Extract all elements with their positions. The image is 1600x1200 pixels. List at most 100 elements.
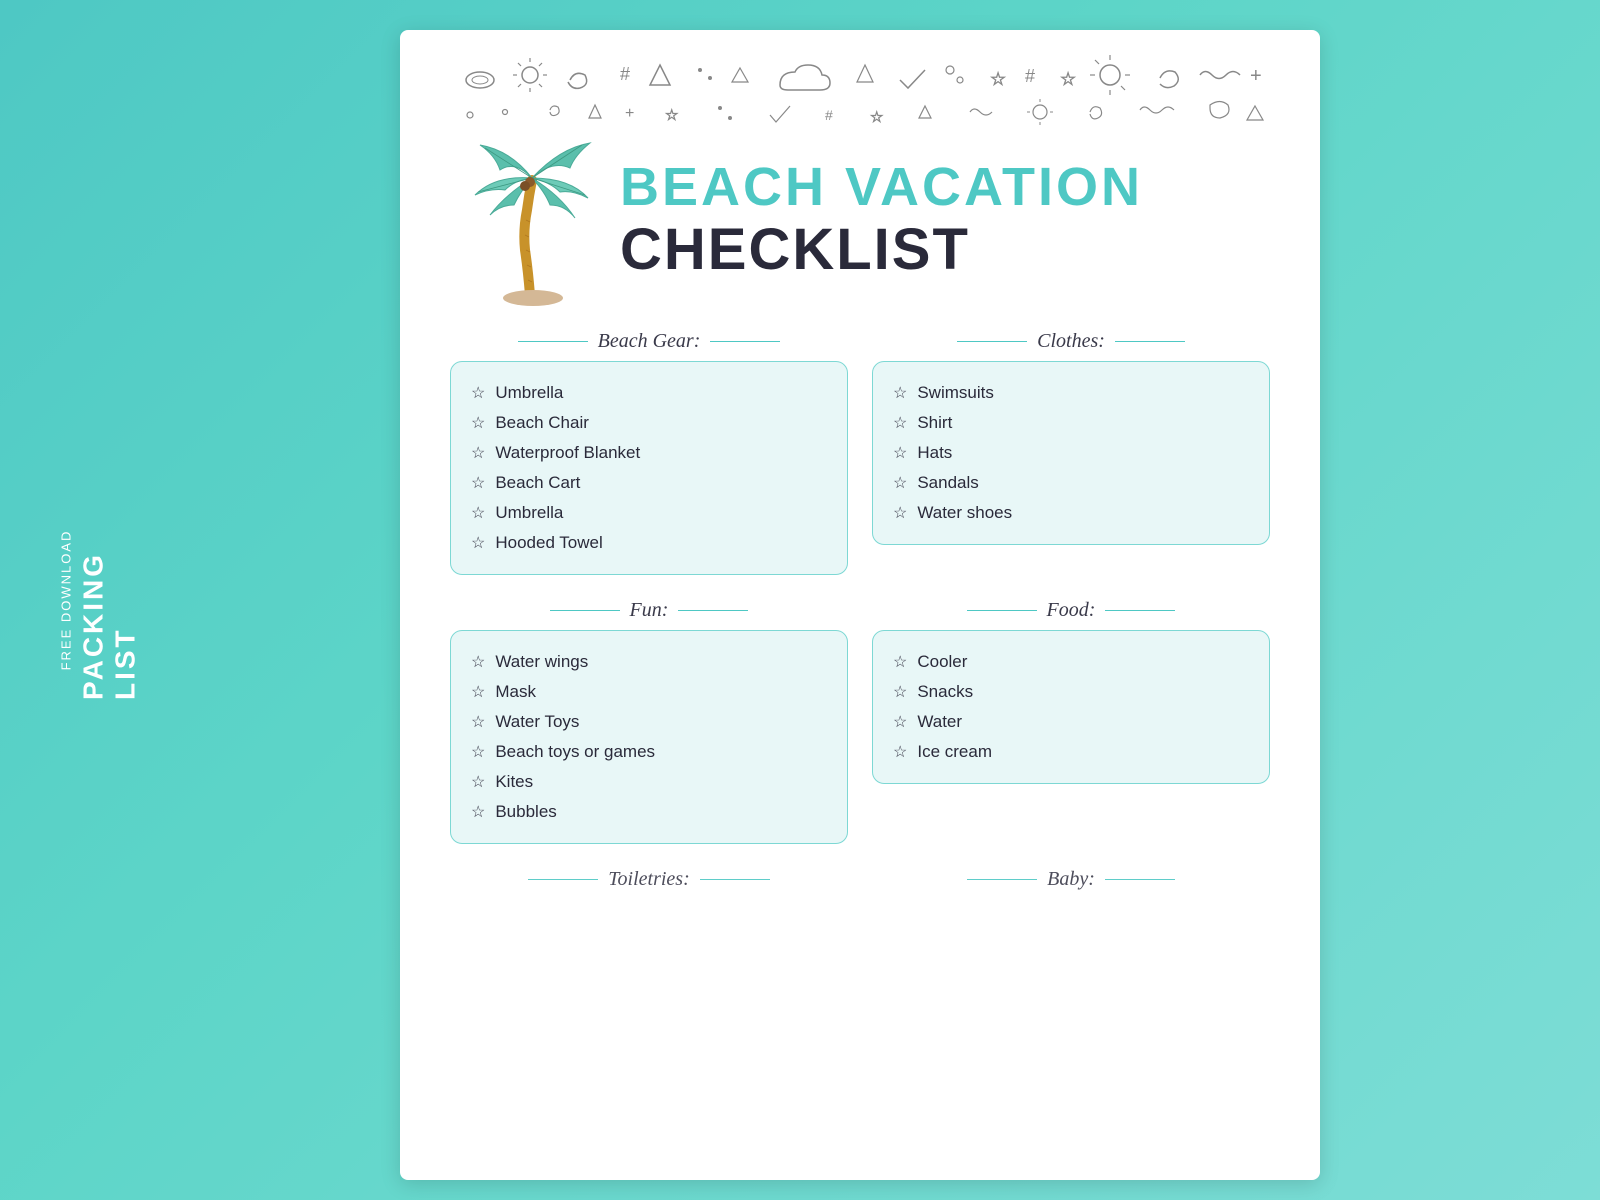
- star-icon: ☆: [893, 712, 907, 732]
- palm-tree-illustration: [470, 140, 600, 300]
- section-line-right: [678, 610, 748, 612]
- section-line-right: [700, 879, 770, 881]
- section-title-row: Beach Gear:: [450, 330, 848, 353]
- checklist-item-label: Umbrella: [495, 503, 563, 523]
- star-icon: ☆: [893, 682, 907, 702]
- section-clothes: Clothes:☆Swimsuits☆Shirt☆Hats☆Sandals☆Wa…: [872, 330, 1270, 575]
- section-box-food: ☆Cooler☆Snacks☆Water☆Ice cream: [872, 630, 1270, 784]
- section-line-left: [550, 610, 620, 612]
- checklist-item[interactable]: ☆Beach Cart: [471, 468, 827, 498]
- section-title-text: Fun:: [630, 599, 669, 622]
- svg-text:☆: ☆: [665, 107, 678, 124]
- checklist-item-label: Hats: [917, 443, 952, 463]
- star-icon: ☆: [471, 802, 485, 822]
- section-line-left: [957, 341, 1027, 343]
- checklist-item-label: Ice cream: [917, 742, 992, 762]
- star-icon: ☆: [893, 652, 907, 672]
- svg-text:☆: ☆: [990, 69, 1006, 89]
- star-icon: ☆: [893, 503, 907, 523]
- star-icon: ☆: [471, 712, 485, 732]
- section-fun: Fun:☆Water wings☆Mask☆Water Toys☆Beach t…: [450, 599, 848, 844]
- checklist-item-label: Mask: [495, 682, 536, 702]
- checklist-item[interactable]: ☆ Snacks: [893, 677, 1249, 707]
- checklist-item[interactable]: ☆ Mask: [471, 677, 827, 707]
- checklist-item[interactable]: ☆ Umbrella: [471, 378, 827, 408]
- star-icon: ☆: [471, 503, 485, 523]
- checklist-item[interactable]: ☆Water: [893, 707, 1249, 737]
- star-icon: ☆: [471, 533, 485, 553]
- checklist-item-label: Swimsuits: [917, 383, 994, 403]
- header-section: BEACH VACATION CHECKLIST: [450, 140, 1270, 300]
- checklist-item[interactable]: ☆Water Toys: [471, 707, 827, 737]
- section-line-right: [710, 341, 780, 343]
- star-icon: ☆: [893, 742, 907, 762]
- checklist-grid: Beach Gear:☆Umbrella☆Beach Chair☆Waterpr…: [450, 330, 1270, 844]
- svg-text:☆: ☆: [1060, 69, 1076, 89]
- main-card: # ☆ # ☆: [400, 30, 1320, 1180]
- checklist-item[interactable]: ☆Waterproof Blanket: [471, 438, 827, 468]
- star-icon: ☆: [471, 443, 485, 463]
- bottom-section-title: Baby:: [1047, 868, 1095, 891]
- star-icon: ☆: [471, 772, 485, 792]
- star-icon: ☆: [893, 473, 907, 493]
- checklist-item[interactable]: ☆Water shoes: [893, 498, 1249, 528]
- section-line-left: [528, 879, 598, 881]
- star-icon: ☆: [471, 742, 485, 762]
- checklist-item-label: Beach toys or games: [495, 742, 655, 762]
- checklist-item[interactable]: ☆Beach Chair: [471, 408, 827, 438]
- section-title-row: Food:: [872, 599, 1270, 622]
- checklist-item[interactable]: ☆ Ice cream: [893, 737, 1249, 767]
- checklist-item[interactable]: ☆ Beach toys or games: [471, 737, 827, 767]
- bottom-section-title: Toiletries:: [608, 868, 690, 891]
- checklist-item-label: Beach Cart: [495, 473, 580, 493]
- checklist-item[interactable]: ☆ Umbrella: [471, 498, 827, 528]
- bottom-sections-hint: Toiletries: Baby:: [450, 868, 1270, 899]
- star-icon: ☆: [471, 652, 485, 672]
- doodle-decoration: # ☆ # ☆: [450, 50, 1270, 130]
- free-download-label: FREE DOWNLOAD: [59, 530, 74, 671]
- svg-text:+: +: [1250, 65, 1262, 87]
- checklist-item-label: Hooded Towel: [495, 533, 602, 553]
- section-title-text: Beach Gear:: [598, 330, 701, 353]
- bottom-title-row: Baby:: [872, 868, 1270, 891]
- checklist-item-label: Bubbles: [495, 802, 556, 822]
- section-line-right: [1105, 610, 1175, 612]
- star-icon: ☆: [893, 413, 907, 433]
- section-beach-gear: Beach Gear:☆Umbrella☆Beach Chair☆Waterpr…: [450, 330, 848, 575]
- checklist-item[interactable]: ☆ Hooded Towel: [471, 528, 827, 558]
- bottom-section: Toiletries:: [450, 868, 848, 899]
- title-block: BEACH VACATION CHECKLIST: [620, 158, 1143, 281]
- side-label: FREE DOWNLOAD PACKING LIST: [59, 500, 142, 700]
- bottom-section: Baby:: [872, 868, 1270, 899]
- section-line-left: [967, 610, 1037, 612]
- bottom-title-row: Toiletries:: [450, 868, 848, 891]
- checklist-item-label: Water wings: [495, 652, 588, 672]
- checklist-item[interactable]: ☆ Swimsuits: [893, 378, 1249, 408]
- star-icon: ☆: [471, 383, 485, 403]
- section-box-clothes: ☆Swimsuits☆Shirt☆Hats☆Sandals☆Water shoe…: [872, 361, 1270, 545]
- star-icon: ☆: [893, 383, 907, 403]
- svg-text:☆: ☆: [870, 109, 883, 126]
- section-title-row: Clothes:: [872, 330, 1270, 353]
- title-beach: BEACH VACATION: [620, 158, 1143, 217]
- star-icon: ☆: [471, 682, 485, 702]
- section-box-fun: ☆Water wings☆Mask☆Water Toys☆Beach toys …: [450, 630, 848, 844]
- checklist-item[interactable]: ☆ Kites: [471, 767, 827, 797]
- checklist-item-label: Umbrella: [495, 383, 563, 403]
- section-title-text: Clothes:: [1037, 330, 1105, 353]
- star-icon: ☆: [893, 443, 907, 463]
- checklist-item[interactable]: ☆ Cooler: [893, 647, 1249, 677]
- checklist-item-label: Kites: [495, 772, 533, 792]
- checklist-item-label: Sandals: [917, 473, 978, 493]
- checklist-item-label: Snacks: [917, 682, 973, 702]
- checklist-item[interactable]: ☆ Bubbles: [471, 797, 827, 827]
- checklist-item-label: Cooler: [917, 652, 967, 672]
- checklist-item-label: Beach Chair: [495, 413, 589, 433]
- section-line-left: [518, 341, 588, 343]
- checklist-item[interactable]: ☆ Water wings: [471, 647, 827, 677]
- checklist-item[interactable]: ☆ Sandals: [893, 468, 1249, 498]
- svg-text:#: #: [620, 64, 630, 84]
- checklist-item[interactable]: ☆ Hats: [893, 438, 1249, 468]
- section-title-row: Fun:: [450, 599, 848, 622]
- checklist-item[interactable]: ☆Shirt: [893, 408, 1249, 438]
